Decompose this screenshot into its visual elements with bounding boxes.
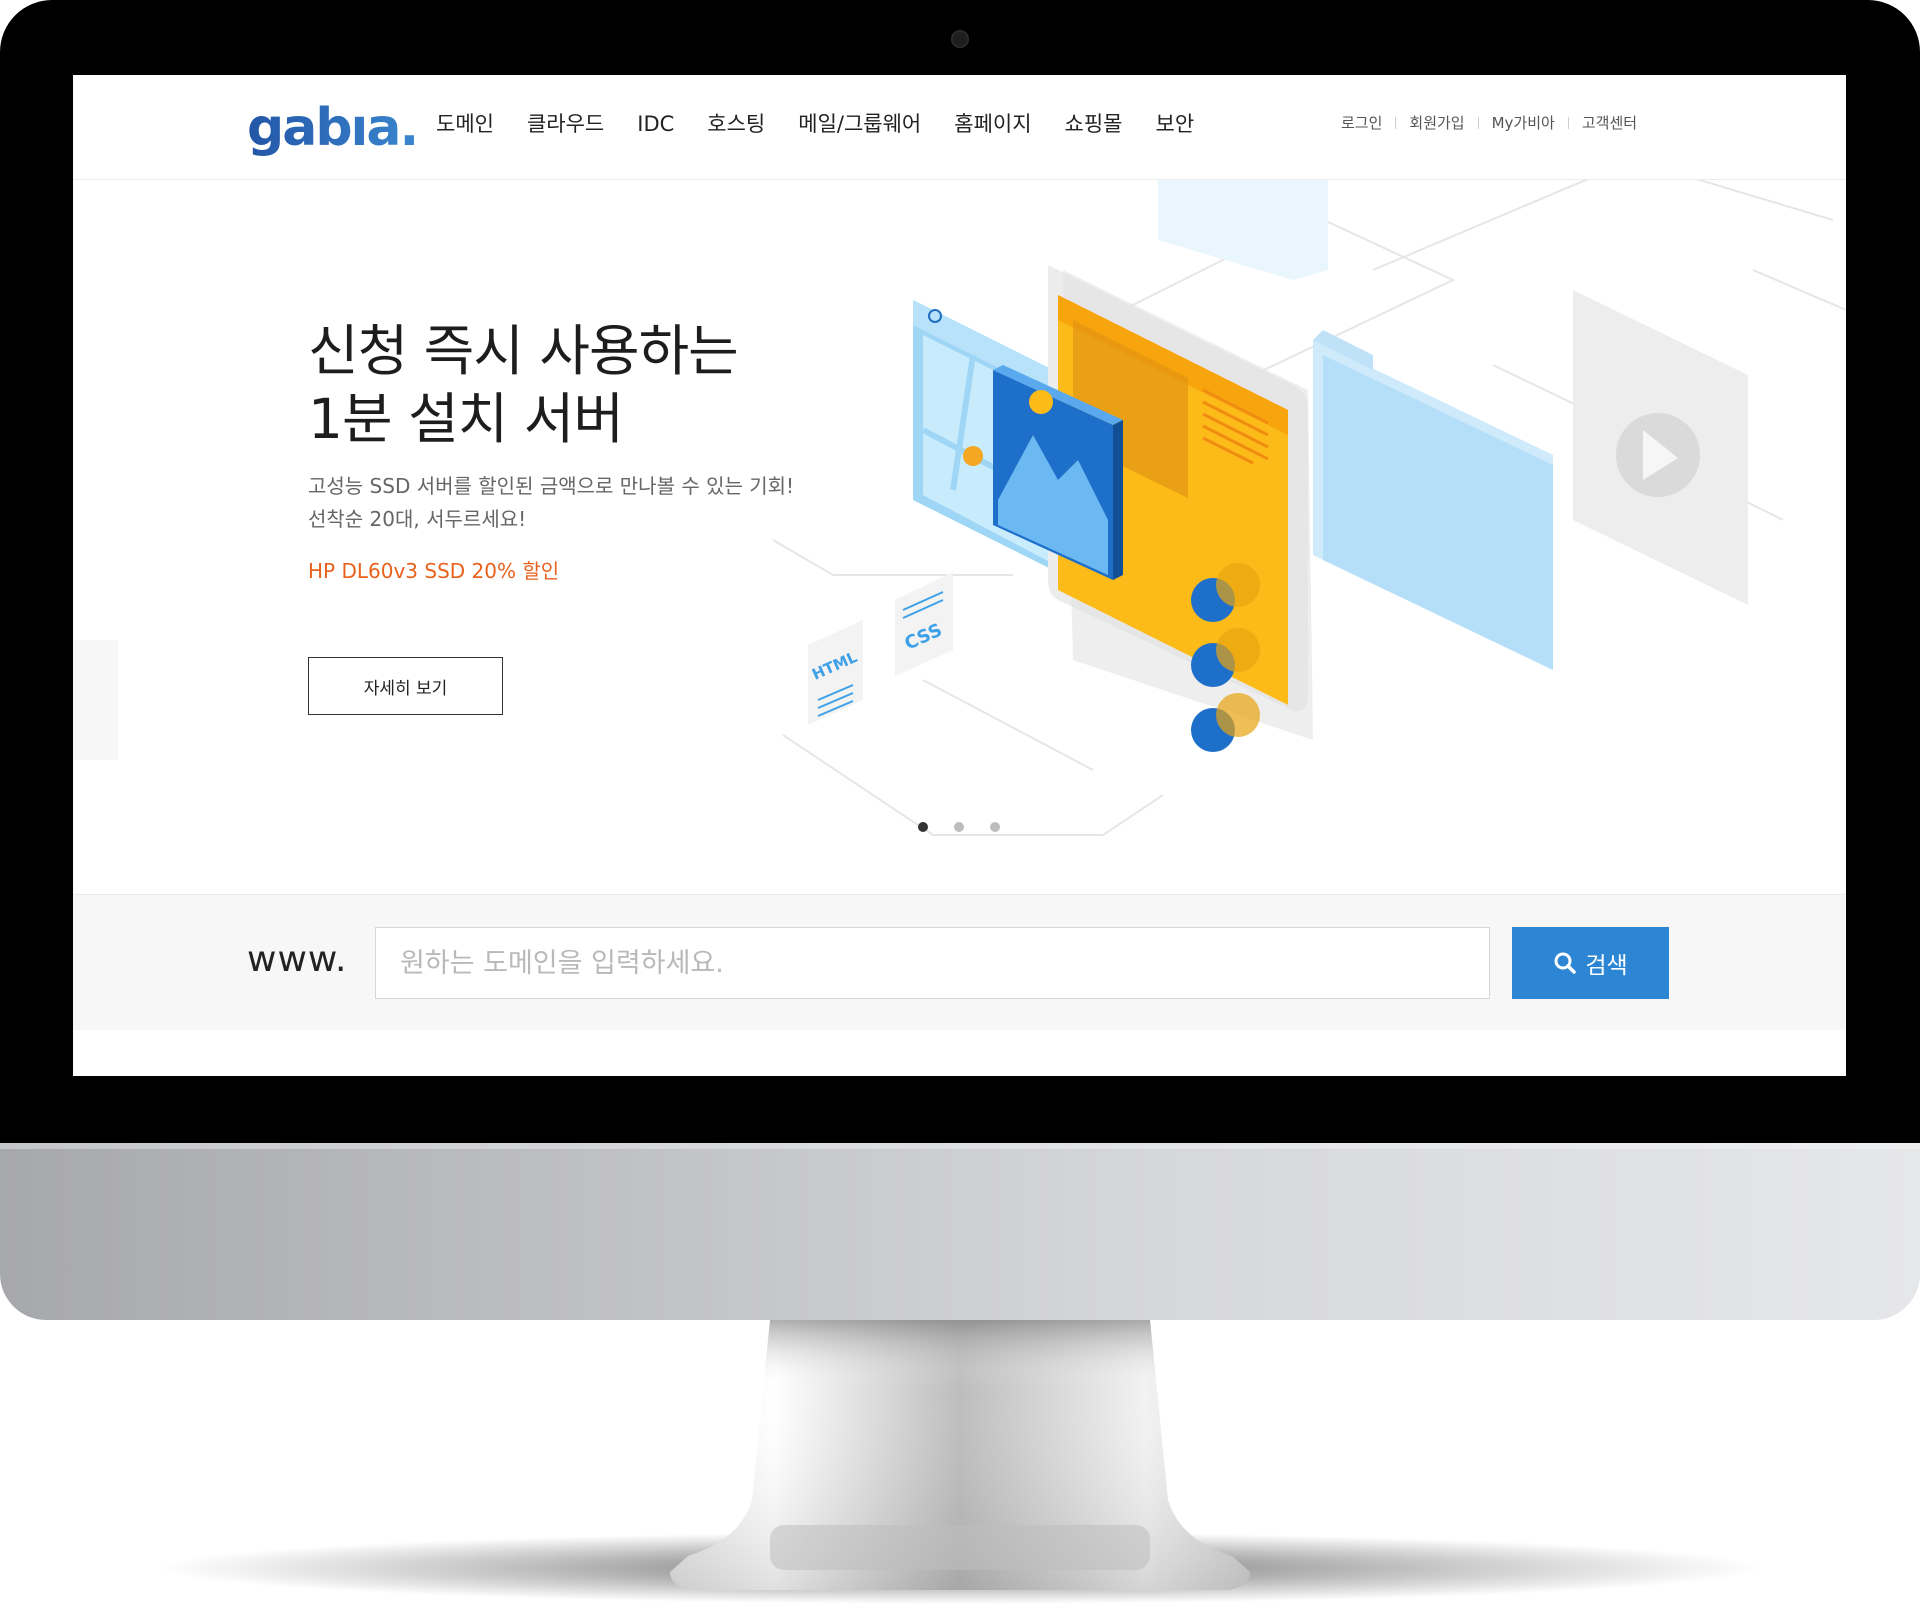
search-icon [1554,952,1577,974]
customer-center-link[interactable]: 고객센터 [1582,113,1637,133]
domain-search-input[interactable] [375,927,1490,999]
carousel-dot-2[interactable] [954,822,964,832]
nav-cloud[interactable]: 클라우드 [527,109,604,139]
hero-title-line1: 신청 즉시 사용하는 [308,319,739,383]
browser-screen: gabıa. 도메인 클라우드 IDC 호스팅 메일/그룹웨어 홈페이지 쇼핑몰… [73,75,1846,1076]
hero-title: 신청 즉시 사용하는 1분 설치 서버 [308,317,739,453]
login-link[interactable]: 로그인 [1341,113,1382,133]
hero-title-line2: 1분 설치 서버 [308,387,624,451]
nav-mail-groupware[interactable]: 메일/그룹웨어 [798,109,921,139]
my-gabia-link[interactable]: My가비아 [1492,113,1555,133]
main-nav: 도메인 클라우드 IDC 호스팅 메일/그룹웨어 홈페이지 쇼핑몰 보안 [436,109,1227,139]
search-button-label: 검색 [1585,953,1628,979]
hero-illustration: HTML CSS [73,180,1846,836]
domain-search-button[interactable]: 검색 [1512,927,1669,999]
utility-links: 로그인 회원가입 My가비아 고객센터 [1341,113,1637,133]
hero-description: 고성능 SSD 서버를 할인된 금액으로 만나볼 수 있는 기회! 선착순 20… [308,470,794,536]
signup-link[interactable]: 회원가입 [1409,113,1464,133]
www-prefix: www. [247,939,348,980]
domain-search-bar: www. 검색 [73,894,1846,1030]
nav-homepage[interactable]: 홈페이지 [954,109,1031,139]
hero-desc-line2: 선착순 20대, 서두르세요! [308,507,527,531]
hero-promo: HP DL60v3 SSD 20% 할인 [308,559,560,583]
imac-frame: gabıa. 도메인 클라우드 IDC 호스팅 메일/그룹웨어 홈페이지 쇼핑몰… [0,0,1920,1613]
carousel-dot-1[interactable] [918,822,928,832]
carousel-indicators [918,822,1000,832]
nav-security[interactable]: 보안 [1156,109,1195,139]
divider [1477,117,1479,129]
hero-banner: HTML CSS 신청 즉시 사용하는 1분 설치 서버 고성능 SSD 서버를… [73,180,1846,894]
gabia-logo[interactable]: gabıa. [247,93,419,163]
carousel-dot-3[interactable] [990,822,1000,832]
nav-shopping-mall[interactable]: 쇼핑몰 [1065,109,1123,139]
site-header: gabıa. 도메인 클라우드 IDC 호스팅 메일/그룹웨어 홈페이지 쇼핑몰… [73,75,1846,180]
divider [1395,117,1397,129]
divider [1567,117,1569,129]
nav-idc[interactable]: IDC [637,109,674,139]
hero-desc-line1: 고성능 SSD 서버를 할인된 금액으로 만나볼 수 있는 기회! [308,474,795,498]
details-button[interactable]: 자세히 보기 [308,657,503,715]
nav-domain[interactable]: 도메인 [436,109,494,139]
nav-hosting[interactable]: 호스팅 [707,109,765,139]
